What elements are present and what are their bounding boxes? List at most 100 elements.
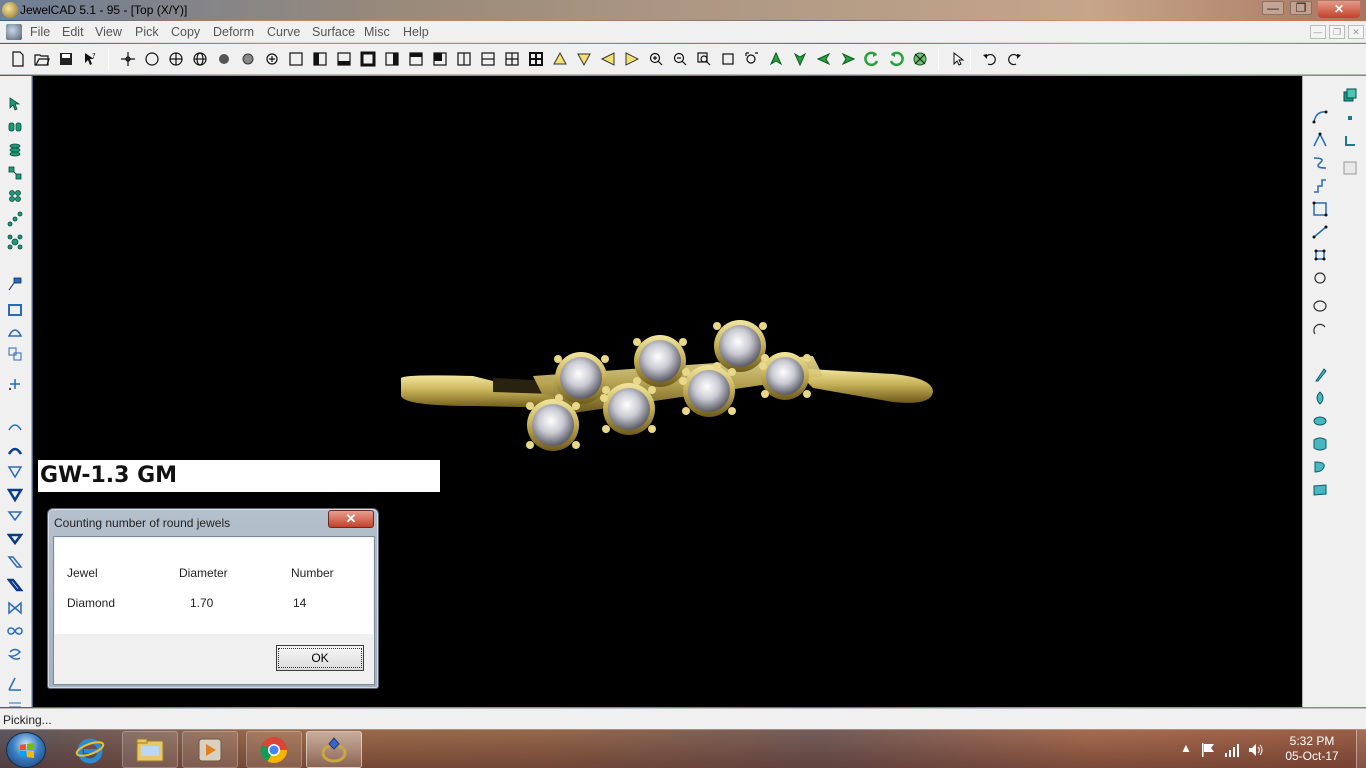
curve-step-button[interactable] [1310, 176, 1330, 196]
view-single-button[interactable] [286, 49, 306, 69]
arc-bold-button[interactable] [5, 440, 25, 460]
surface-loft-button[interactable] [1310, 434, 1330, 454]
menu-surface[interactable]: Surface [312, 25, 355, 39]
angle-button[interactable] [5, 674, 25, 694]
panel-button[interactable] [1340, 158, 1360, 178]
rotate-up-button[interactable] [766, 49, 786, 69]
undo-button[interactable] [980, 49, 1000, 69]
view-hsplit-button[interactable] [478, 49, 498, 69]
save-button[interactable] [56, 49, 76, 69]
view-vsplit-button[interactable] [454, 49, 474, 69]
select-arrow-button[interactable] [948, 49, 968, 69]
point-add-button[interactable] [5, 374, 25, 394]
surface-revolve-button[interactable] [1310, 388, 1330, 408]
action-center-flag-icon[interactable] [1200, 742, 1216, 758]
triangle-down-bold-button[interactable] [5, 485, 25, 505]
arrow-up-triangle-button[interactable] [550, 49, 570, 69]
circle-outline-button[interactable] [142, 49, 162, 69]
help-pointer-button[interactable]: ? [80, 49, 100, 69]
zoom-out-button[interactable] [670, 49, 690, 69]
new-file-button[interactable] [8, 49, 28, 69]
taskbar-file-explorer[interactable] [122, 731, 178, 768]
parallelogram-button[interactable] [5, 552, 25, 572]
surface-patch-button[interactable] [1310, 480, 1330, 500]
pick-group-button[interactable] [5, 117, 25, 137]
curve-bezier-button[interactable] [1310, 107, 1330, 127]
dot-button[interactable] [1340, 108, 1360, 128]
view-right-half-button[interactable] [382, 49, 402, 69]
infinity-button[interactable] [5, 621, 25, 641]
view-top-half-button[interactable] [406, 49, 426, 69]
rotate-right-button[interactable] [838, 49, 858, 69]
open-folder-button[interactable] [32, 49, 52, 69]
corner-button[interactable] [1340, 131, 1360, 151]
taskbar-media-player[interactable] [182, 731, 238, 768]
bowtie-button[interactable] [5, 598, 25, 618]
close-button[interactable]: ✕ [1318, 1, 1360, 18]
view-quad-button[interactable] [502, 49, 522, 69]
menu-misc[interactable]: Misc [364, 25, 390, 39]
sphere-shaded-button[interactable] [238, 49, 258, 69]
rotate-ccw-button[interactable] [862, 49, 882, 69]
menu-file[interactable]: File [30, 25, 50, 39]
triangle-outline-button[interactable] [5, 506, 25, 526]
sphere-solid-button[interactable] [214, 49, 234, 69]
view-left-half-button[interactable] [310, 49, 330, 69]
menu-view[interactable]: View [95, 25, 122, 39]
rotate-down-button[interactable] [790, 49, 810, 69]
pick-cluster-button[interactable] [5, 186, 25, 206]
copy-scale-button[interactable] [5, 344, 25, 364]
rotate-view-button[interactable] [262, 49, 282, 69]
menu-help[interactable]: Help [403, 25, 429, 39]
taskbar-chrome[interactable] [246, 731, 302, 768]
taskbar-internet-explorer[interactable] [62, 731, 118, 768]
arrow-right-triangle-button[interactable] [622, 49, 642, 69]
rectangle-frame-button[interactable] [5, 300, 25, 320]
surface-sweep-button[interactable] [1310, 411, 1330, 431]
zoom-in-button[interactable] [646, 49, 666, 69]
menu-deform[interactable]: Deform [213, 25, 254, 39]
hemisphere-button[interactable] [5, 322, 25, 342]
curve-s-button[interactable] [1310, 153, 1330, 173]
circle-cross-button[interactable] [166, 49, 186, 69]
pick-chain-button[interactable] [5, 163, 25, 183]
view-quad-bold-button[interactable] [526, 49, 546, 69]
circle-small-button[interactable] [1310, 268, 1330, 288]
taskbar-jewelcad[interactable] [306, 731, 362, 768]
document-icon[interactable] [6, 24, 22, 40]
parallelogram-bold-button[interactable] [5, 575, 25, 595]
arc-open-button[interactable] [1310, 320, 1330, 340]
pick-select-button[interactable] [5, 94, 25, 114]
mdi-minimize-button[interactable]: — [1310, 25, 1326, 39]
pick-stack-button[interactable] [5, 140, 25, 160]
arrow-down-triangle-button[interactable] [574, 49, 594, 69]
zoom-fit-button[interactable] [742, 49, 762, 69]
mdi-close-button[interactable]: ✕ [1348, 25, 1364, 39]
line-diagonal-button[interactable] [1310, 222, 1330, 242]
network-icon[interactable] [1224, 742, 1240, 758]
dialog-close-button[interactable]: ✕ [328, 510, 374, 528]
pick-line-button[interactable] [5, 209, 25, 229]
rotate-left-button[interactable] [814, 49, 834, 69]
menu-curve[interactable]: Curve [267, 25, 300, 39]
mdi-restore-button[interactable]: ❐ [1329, 25, 1345, 39]
tray-show-hidden-icon[interactable]: ▲ [1180, 741, 1192, 755]
crosshair-button[interactable] [118, 49, 138, 69]
globe-grid-button[interactable] [190, 49, 210, 69]
triangle-filled-button[interactable] [5, 529, 25, 549]
menu-pick[interactable]: Pick [135, 25, 159, 39]
rotate-cw-button[interactable] [886, 49, 906, 69]
curve-node-button[interactable] [1310, 245, 1330, 265]
volume-icon[interactable] [1248, 742, 1264, 758]
show-desktop-button[interactable] [1356, 730, 1366, 768]
zoom-box-button[interactable] [718, 49, 738, 69]
render-button[interactable] [910, 49, 930, 69]
surface-twist-button[interactable] [1310, 457, 1330, 477]
label-button[interactable] [5, 274, 25, 294]
triangle-down-button[interactable] [5, 462, 25, 482]
spiral-button[interactable] [5, 644, 25, 664]
curve-peak-button[interactable] [1310, 130, 1330, 150]
maximize-button[interactable]: ❐ [1290, 1, 1312, 15]
window-stack-button[interactable] [1340, 85, 1360, 105]
redo-button[interactable] [1004, 49, 1024, 69]
